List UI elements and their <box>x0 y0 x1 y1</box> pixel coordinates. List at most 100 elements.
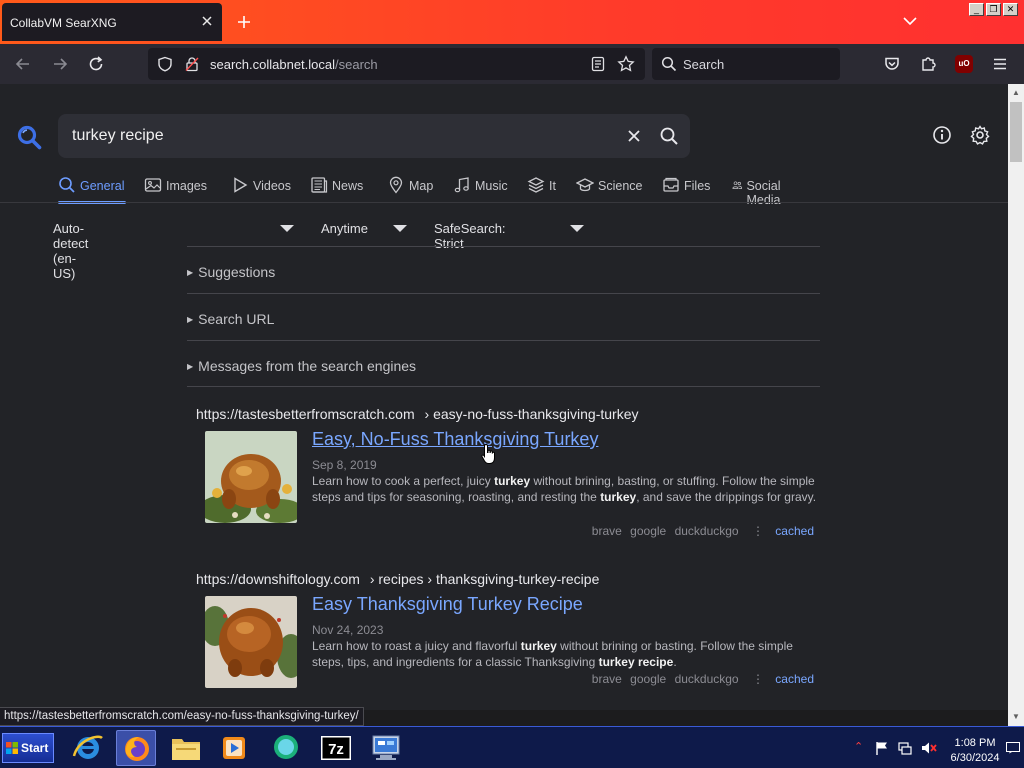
reader-view-icon[interactable] <box>590 56 606 72</box>
engine-messages-section[interactable]: ▶ Messages from the search engines <box>187 340 820 387</box>
scroll-up-icon[interactable]: ▲ <box>1012 88 1020 97</box>
info-icon[interactable] <box>932 125 952 145</box>
result-url-path: › recipes › thanksgiving-turkey-recipe <box>369 571 600 587</box>
tab-map[interactable]: Map <box>387 176 433 204</box>
result-url-path: › easy-no-fuss-thanksgiving-turkey <box>424 406 639 422</box>
tab-files[interactable]: Files <box>662 176 710 204</box>
section-header[interactable]: ▶ Messages from the search engines <box>187 358 416 374</box>
bookmark-star-icon[interactable] <box>617 55 635 73</box>
section-label: Suggestions <box>198 264 276 280</box>
result-thumbnail[interactable] <box>205 431 297 523</box>
7zip-icon[interactable]: 7z <box>316 730 356 766</box>
tab-music[interactable]: Music <box>453 176 508 204</box>
search-icon <box>59 177 75 193</box>
shield-icon[interactable] <box>157 56 173 72</box>
result-thumbnail[interactable] <box>205 596 297 688</box>
layers-icon <box>527 177 545 193</box>
chevron-down-icon[interactable] <box>570 225 584 232</box>
close-window-icon[interactable]: ✕ <box>1003 3 1018 16</box>
insecure-lock-icon[interactable] <box>184 56 200 72</box>
snippet-highlight: turkey <box>600 490 637 504</box>
tab-images[interactable]: Images <box>144 176 207 204</box>
show-hidden-icons-icon[interactable]: ⌃ <box>854 740 863 753</box>
suggestions-section[interactable]: ▶ Suggestions <box>187 246 820 293</box>
taskbar-clock[interactable]: 1:08 PM 6/30/2024 <box>946 736 1004 766</box>
url-text[interactable]: search.collabnet.local/search <box>210 57 378 72</box>
snippet-text: Learn how to cook a perfect, juicy <box>312 474 495 488</box>
searxng-logo-icon[interactable] <box>16 124 42 150</box>
language-select[interactable]: Auto-detect (en-US) <box>53 221 88 281</box>
cached-link[interactable]: cached <box>775 672 814 686</box>
network-icon[interactable] <box>897 740 913 756</box>
pocket-icon[interactable] <box>883 55 901 73</box>
tab-social-media[interactable]: Social Media <box>732 176 788 207</box>
search-result: https://downshiftology.com › recipes › t… <box>196 571 820 710</box>
search-query-input[interactable]: turkey recipe <box>72 127 164 145</box>
tab-label: Images <box>166 179 207 193</box>
url-path: /search <box>335 57 378 72</box>
result-title-link[interactable]: Easy Thanksgiving Turkey Recipe <box>312 594 583 615</box>
section-label: Messages from the search engines <box>198 358 417 374</box>
snippet-text: , and save the drippings for gravy. <box>636 490 817 504</box>
tab-news[interactable]: News <box>310 176 363 204</box>
tab-it[interactable]: It <box>527 176 556 204</box>
more-vertical-icon[interactable]: ⋮ <box>752 672 764 686</box>
new-tab-icon[interactable] <box>236 14 252 30</box>
cached-link[interactable]: cached <box>775 524 814 538</box>
school-icon <box>576 178 594 192</box>
disclosure-triangle-icon: ▶ <box>187 268 194 277</box>
tab-label: Files <box>684 179 711 193</box>
list-all-tabs-icon[interactable] <box>903 16 917 26</box>
scroll-down-icon[interactable]: ▼ <box>1012 712 1020 721</box>
ublock-origin-icon[interactable]: uO <box>955 55 973 73</box>
submit-search-icon[interactable] <box>659 126 679 146</box>
result-title-link[interactable]: Easy, No-Fuss Thanksgiving Turkey <box>312 429 598 450</box>
disclosure-triangle-icon: ▶ <box>187 362 194 371</box>
clear-search-icon[interactable] <box>626 128 642 144</box>
settings-gear-icon[interactable] <box>970 125 990 145</box>
restore-icon[interactable]: ❐ <box>986 3 1001 16</box>
start-button[interactable]: Start <box>2 733 54 763</box>
file-tray-icon <box>663 177 679 192</box>
result-engines: brave google duckduckgo ⋮ cached <box>587 524 814 538</box>
more-vertical-icon[interactable]: ⋮ <box>752 524 764 538</box>
reload-icon[interactable] <box>87 55 105 73</box>
tab-science[interactable]: Science <box>576 176 642 204</box>
file-explorer-icon[interactable] <box>166 730 206 766</box>
tab-label: Map <box>409 179 434 193</box>
system-tray: ⌃ 1:08 PM 6/30/2024 <box>850 731 1024 765</box>
time-range-select[interactable]: Anytime <box>321 221 368 236</box>
search-url-section[interactable]: ▶ Search URL <box>187 293 820 340</box>
firefox-icon[interactable] <box>116 730 156 766</box>
chevron-down-icon[interactable] <box>393 225 407 232</box>
result-url[interactable]: https://downshiftology.com › recipes › t… <box>196 571 599 587</box>
chevron-down-icon[interactable] <box>280 225 294 232</box>
internet-explorer-icon[interactable] <box>68 730 108 766</box>
notification-icon[interactable] <box>1006 742 1020 754</box>
engine-label: brave <box>591 672 622 686</box>
browser-tab[interactable]: CollabVM SearXNG <box>2 3 222 41</box>
section-header[interactable]: ▶ Search URL <box>187 311 274 327</box>
browser-search-bar[interactable]: Search <box>652 48 840 80</box>
tab-videos[interactable]: Videos <box>231 176 291 204</box>
tab-general[interactable]: General <box>58 176 127 204</box>
tab-label: News <box>332 179 364 193</box>
scrollbar-thumb[interactable] <box>1010 102 1022 162</box>
menu-hamburger-icon[interactable] <box>991 55 1009 73</box>
close-tab-icon[interactable] <box>200 14 214 28</box>
messenger-icon[interactable] <box>266 730 306 766</box>
forward-icon[interactable] <box>51 55 69 73</box>
volume-muted-icon[interactable] <box>920 740 938 756</box>
address-bar[interactable]: search.collabnet.local/search <box>148 48 645 80</box>
action-center-flag-icon[interactable] <box>874 740 890 756</box>
media-player-icon[interactable] <box>214 730 254 766</box>
minimize-icon[interactable]: _ <box>969 3 984 16</box>
engine-label: google <box>630 524 667 538</box>
section-header[interactable]: ▶ Suggestions <box>187 264 275 280</box>
result-url[interactable]: https://tastesbetterfromscratch.com › ea… <box>196 406 639 422</box>
network-settings-icon[interactable] <box>366 730 406 766</box>
extensions-puzzle-icon[interactable] <box>919 55 937 73</box>
back-icon[interactable] <box>14 55 32 73</box>
search-query-box[interactable]: turkey recipe <box>58 114 690 158</box>
page-scrollbar[interactable]: ▲ ▼ <box>1008 84 1024 726</box>
